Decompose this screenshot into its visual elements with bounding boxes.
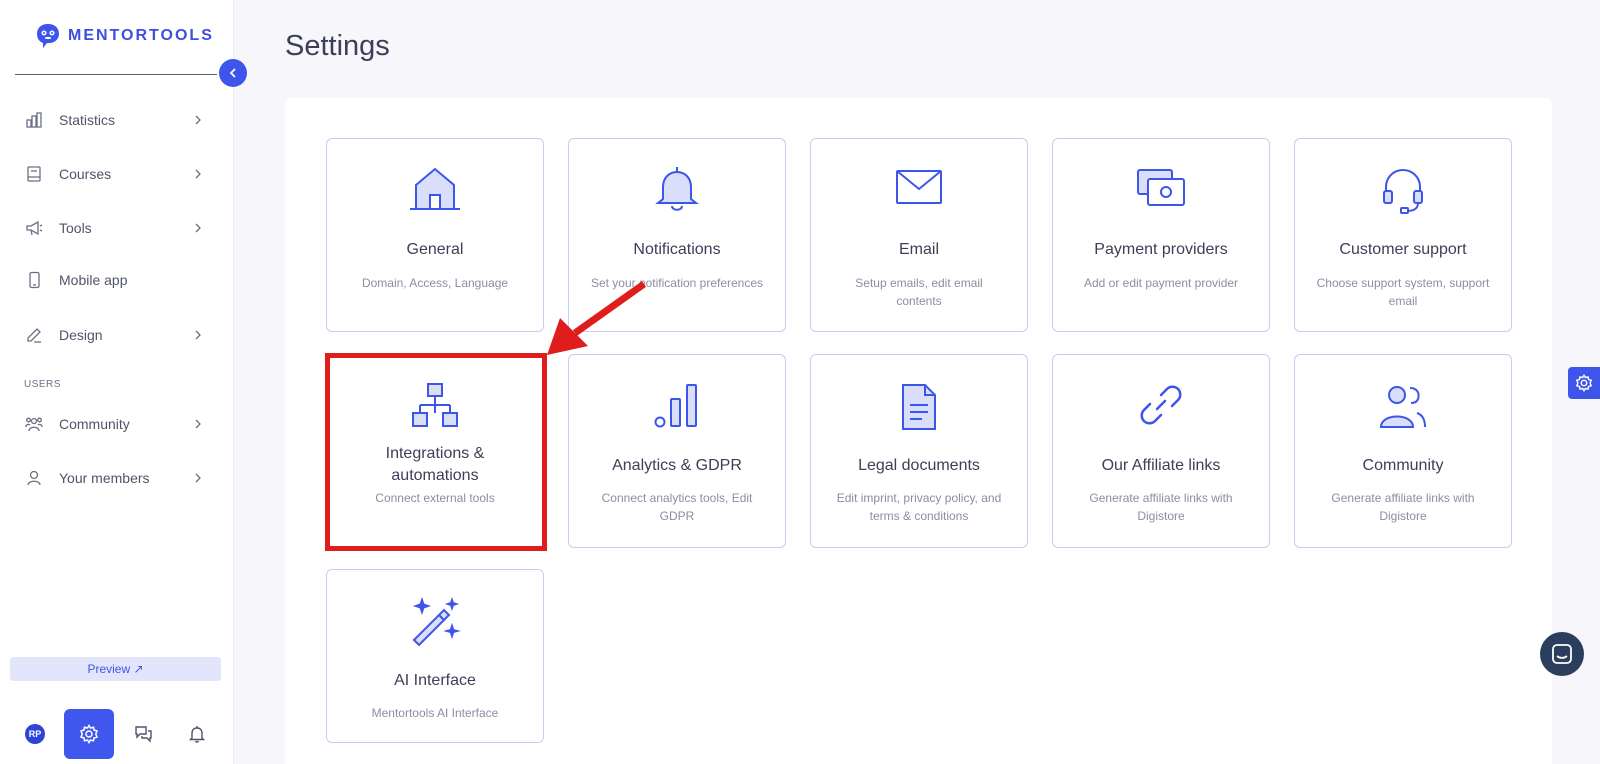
settings-card-ai-interface[interactable]: AI Interface Mentortools AI Interface: [326, 569, 544, 743]
chat-support-button[interactable]: [1540, 632, 1584, 676]
card-description: Mentortools AI Interface: [371, 706, 499, 720]
sidebar-item-label: Courses: [59, 166, 112, 182]
chevron-right-icon: [195, 473, 201, 483]
card-description: Generate affiliate links with Digistore: [1331, 491, 1475, 523]
card-title: Our Affiliate links: [1101, 457, 1221, 474]
card-description: Connect external tools: [375, 491, 495, 505]
gear-icon: [1575, 374, 1593, 392]
settings-card-payment-providers[interactable]: Payment providers Add or edit payment pr…: [1052, 138, 1270, 332]
sidebar-item-tools[interactable]: Tools: [24, 213, 204, 243]
card-title: General: [406, 241, 464, 258]
messages-button[interactable]: [133, 724, 153, 744]
chevron-right-icon: [195, 419, 201, 429]
sidebar-item-label: Your members: [59, 470, 150, 486]
sidebar-item-courses[interactable]: Courses: [24, 159, 204, 189]
settings-card-legal-documents[interactable]: Legal documents Edit imprint, privacy po…: [810, 354, 1028, 548]
card-title: Email: [898, 241, 939, 258]
magic-wand-icon: [327, 596, 543, 647]
sidebar-item-label: Mobile app: [59, 272, 128, 288]
users-icon: [1295, 381, 1511, 431]
card-title: AI Interface: [394, 672, 476, 689]
people-icon: [24, 414, 44, 434]
chevron-right-icon: [195, 169, 201, 179]
chevron-left-icon: [229, 68, 236, 78]
sitemap-icon: [327, 381, 543, 431]
card-title: Analytics & GDPR: [612, 457, 742, 474]
user-icon: [24, 468, 44, 488]
settings-card-general[interactable]: General Domain, Access, Language: [326, 138, 544, 332]
card-description: Edit imprint, privacy policy, and terms …: [836, 491, 1002, 523]
card-description: Connect analytics tools, Edit GDPR: [601, 491, 753, 523]
sidebar-item-label: Statistics: [59, 112, 116, 128]
notifications-button[interactable]: [187, 724, 207, 744]
card-description: Domain, Access, Language: [361, 276, 509, 290]
bell-icon: [188, 726, 206, 743]
smartphone-icon: [24, 270, 44, 290]
bell-icon: [569, 165, 785, 215]
settings-card-customer-support[interactable]: Customer support Choose support system, …: [1294, 138, 1512, 332]
avatar[interactable]: RP: [25, 724, 45, 744]
card-title: Community: [1362, 457, 1444, 474]
sidebar-item-label: Design: [59, 327, 103, 343]
sidebar-item-label: Community: [59, 416, 130, 432]
sidebar: MENTORTOOLS Statistics Courses Tools Mob…: [0, 0, 234, 764]
book-icon: [24, 164, 44, 184]
megaphone-icon: [24, 218, 44, 238]
section-label-users: USERS: [24, 379, 61, 390]
envelope-icon: [811, 165, 1027, 215]
chat-bubbles-icon: [135, 726, 152, 743]
chevron-right-icon: [195, 330, 201, 340]
cash-icon: [1053, 165, 1269, 215]
card-title: Customer support: [1339, 241, 1467, 258]
gear-icon: [80, 724, 98, 744]
settings-card-integrations[interactable]: Integrations & automations Connect exter…: [326, 354, 544, 548]
logo-text: MENTORTOOLS: [68, 27, 214, 44]
bar-chart-icon: [24, 110, 44, 130]
sidebar-item-statistics[interactable]: Statistics: [24, 105, 204, 135]
settings-card-analytics-gdpr[interactable]: Analytics & GDPR Connect analytics tools…: [568, 354, 786, 548]
settings-card-notifications[interactable]: Notifications Set your notification pref…: [568, 138, 786, 332]
collapse-sidebar-button[interactable]: [219, 59, 247, 87]
chart-bars-icon: [569, 381, 785, 431]
sidebar-item-community[interactable]: Community: [24, 409, 204, 439]
logo-icon: [37, 24, 59, 48]
card-description: Choose support system, support email: [1316, 276, 1490, 308]
home-icon: [327, 165, 543, 215]
card-title: Notifications: [633, 241, 721, 258]
settings-side-button[interactable]: [1568, 367, 1600, 399]
logo[interactable]: MENTORTOOLS: [34, 22, 214, 50]
sidebar-item-your-members[interactable]: Your members: [24, 463, 204, 493]
sidebar-item-mobile-app[interactable]: Mobile app: [24, 265, 204, 295]
settings-card-affiliate-links[interactable]: Our Affiliate links Generate affiliate l…: [1052, 354, 1270, 548]
card-title: Payment providers: [1094, 241, 1228, 258]
document-icon: [811, 381, 1027, 431]
settings-card-email[interactable]: Email Setup emails, edit email contents: [810, 138, 1028, 332]
card-description: Set your notification preferences: [590, 276, 764, 290]
page-title: Settings: [285, 30, 390, 62]
card-title: Integrations & automations: [385, 445, 485, 484]
chat-icon: [1552, 644, 1572, 664]
chevron-right-icon: [195, 115, 201, 125]
settings-button[interactable]: [64, 709, 114, 759]
sidebar-item-label: Tools: [59, 220, 92, 236]
chevron-right-icon: [195, 223, 201, 233]
pencil-icon: [24, 325, 44, 345]
sidebar-bottom-bar: RP: [0, 708, 234, 764]
link-icon: [1053, 381, 1269, 431]
card-title: Legal documents: [858, 457, 980, 474]
sidebar-item-design[interactable]: Design: [24, 320, 204, 350]
logo-divider: [15, 74, 217, 75]
card-description: Setup emails, edit email contents: [855, 276, 983, 308]
settings-card-community[interactable]: Community Generate affiliate links with …: [1294, 354, 1512, 548]
preview-button[interactable]: Preview ↗: [10, 657, 221, 681]
headset-icon: [1295, 165, 1511, 215]
card-description: Generate affiliate links with Digistore: [1089, 491, 1233, 523]
card-description: Add or edit payment provider: [1083, 276, 1239, 290]
